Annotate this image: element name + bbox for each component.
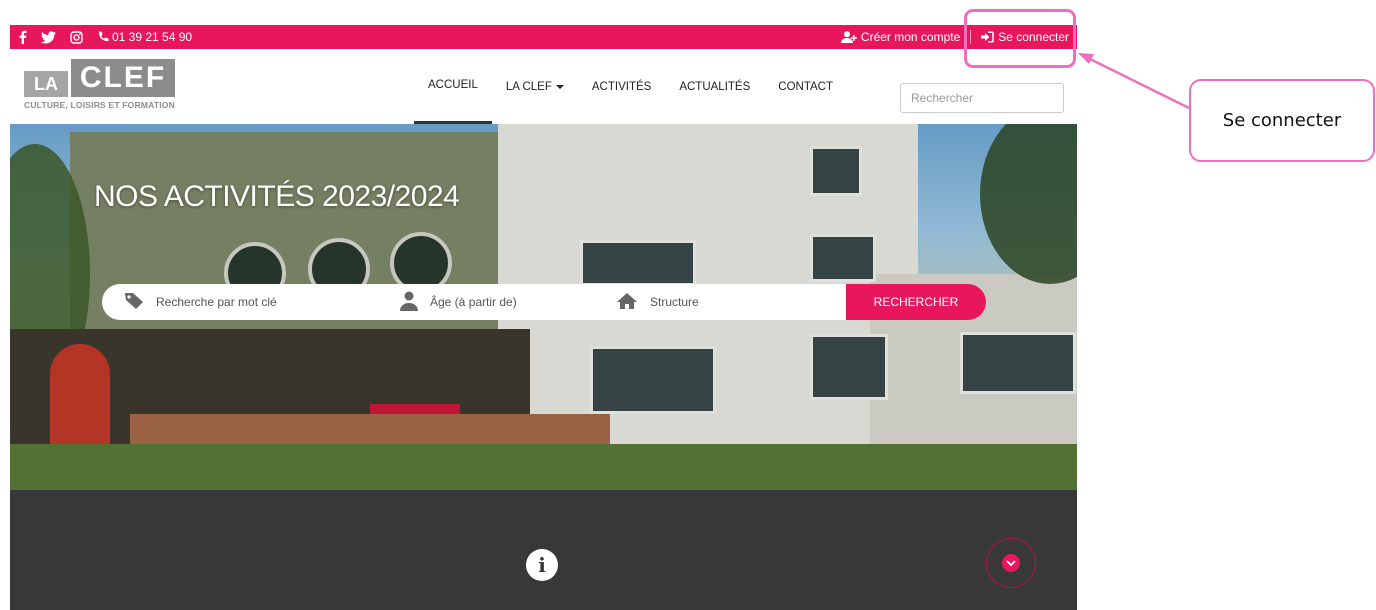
age-search-field[interactable]: Âge (à partir de) bbox=[400, 291, 517, 314]
activity-search-bar: Recherche par mot clé Âge (à partir de) … bbox=[102, 284, 986, 320]
info-band: i bbox=[10, 490, 1077, 610]
main-nav: ACCUEIL LA CLEF ACTIVITÉS ACTUALITÉS CON… bbox=[414, 49, 847, 124]
logo-mark: LA CLEF bbox=[24, 59, 194, 97]
nav-label: CONTACT bbox=[778, 80, 833, 93]
twitter-icon[interactable] bbox=[41, 30, 56, 44]
nav-item-contact[interactable]: CONTACT bbox=[764, 49, 847, 124]
instagram-icon[interactable] bbox=[70, 30, 83, 44]
search-button[interactable]: RECHERCHER bbox=[846, 284, 986, 320]
structure-placeholder: Structure bbox=[650, 295, 699, 309]
annotation-callout: Se connecter bbox=[1189, 79, 1375, 162]
add-user-icon bbox=[840, 31, 857, 43]
logo[interactable]: LA CLEF CULTURE, LOISIRS ET FORMATION bbox=[24, 59, 194, 115]
site-header: LA CLEF CULTURE, LOISIRS ET FORMATION AC… bbox=[10, 49, 1077, 124]
chevron-down-icon bbox=[1002, 554, 1020, 572]
logo-la: LA bbox=[24, 71, 68, 97]
nav-item-activites[interactable]: ACTIVITÉS bbox=[578, 49, 665, 124]
nav-label: ACCUEIL bbox=[428, 79, 478, 91]
hero-banner: NOS ACTIVITÉS 2023/2024 Recherche par mo… bbox=[10, 124, 1077, 490]
caret-down-icon bbox=[555, 84, 564, 89]
nav-label: ACTIVITÉS bbox=[591, 80, 652, 93]
phone-number: 01 39 21 54 90 bbox=[112, 30, 193, 44]
nav-label: LA CLEF bbox=[505, 80, 552, 93]
info-icon: i bbox=[526, 549, 558, 581]
social-links: 01 39 21 54 90 bbox=[18, 25, 192, 49]
user-icon bbox=[400, 291, 418, 314]
scroll-down-button[interactable] bbox=[986, 538, 1036, 588]
top-bar: 01 39 21 54 90 Créer mon compte Se conne… bbox=[10, 25, 1077, 49]
logo-tagline: CULTURE, LOISIRS ET FORMATION bbox=[24, 100, 175, 110]
login-highlight-box bbox=[964, 9, 1076, 68]
page: 01 39 21 54 90 Créer mon compte Se conne… bbox=[10, 0, 1077, 610]
nav-label: ACTUALITÉS bbox=[679, 80, 751, 93]
age-placeholder: Âge (à partir de) bbox=[430, 295, 517, 309]
hero-title: NOS ACTIVITÉS 2023/2024 bbox=[94, 180, 460, 213]
home-icon bbox=[616, 292, 638, 313]
logo-clef: CLEF bbox=[71, 59, 175, 97]
nav-item-accueil[interactable]: ACCUEIL bbox=[414, 49, 492, 124]
phone-contact[interactable]: 01 39 21 54 90 bbox=[97, 30, 192, 44]
keyword-search-field[interactable]: Recherche par mot clé bbox=[124, 292, 277, 313]
site-search-input[interactable] bbox=[900, 83, 1064, 113]
structure-search-field[interactable]: Structure bbox=[616, 292, 699, 313]
keyword-placeholder: Recherche par mot clé bbox=[156, 295, 277, 309]
nav-item-la-clef[interactable]: LA CLEF bbox=[492, 49, 578, 124]
create-account-label: Créer mon compte bbox=[860, 30, 961, 44]
nav-item-actualites[interactable]: ACTUALITÉS bbox=[665, 49, 764, 124]
create-account-link[interactable]: Créer mon compte bbox=[840, 30, 961, 44]
tag-icon bbox=[124, 292, 144, 313]
phone-icon bbox=[97, 31, 109, 43]
facebook-icon[interactable] bbox=[18, 30, 27, 44]
